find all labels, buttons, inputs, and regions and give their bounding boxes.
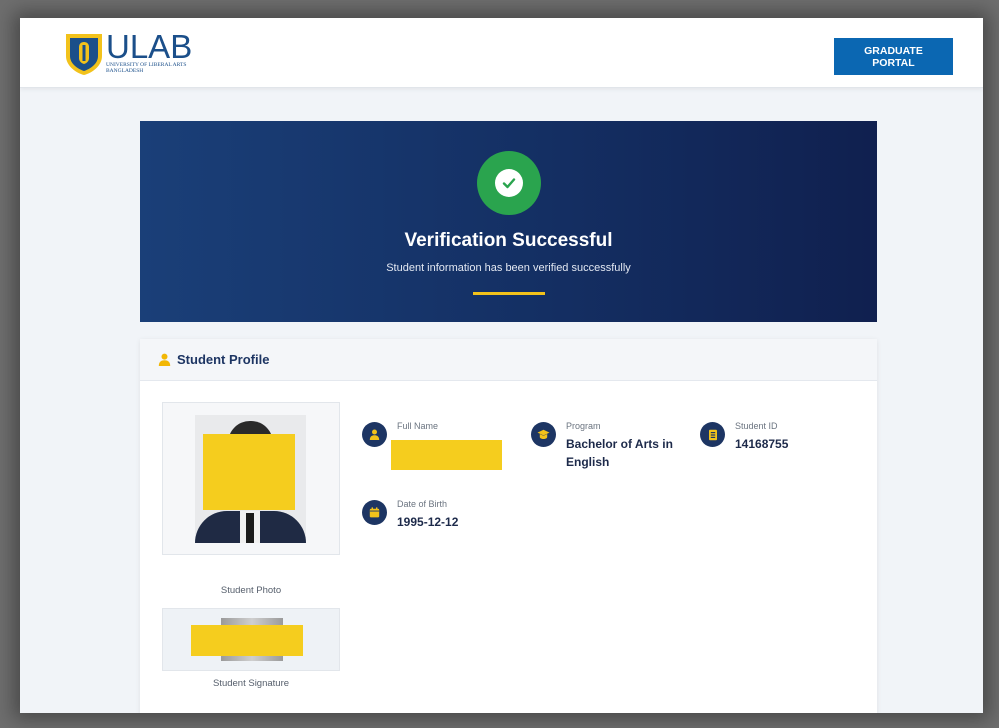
student-photo-caption: Student Photo: [220, 585, 282, 596]
field-program: Program Bachelor of Arts in English: [531, 421, 691, 478]
calendar-icon: [362, 500, 387, 525]
logo-wordmark: ULAB: [106, 28, 193, 65]
ulab-logo[interactable]: ULAB University of Liberal Arts Banglade…: [64, 28, 206, 76]
photo-redaction: [203, 434, 295, 510]
profile-card-header: Student Profile: [140, 339, 877, 381]
user-icon: [158, 353, 171, 366]
full-name-label: Full Name: [397, 421, 439, 431]
id-card-icon: [700, 422, 725, 447]
top-navbar: ULAB University of Liberal Arts Banglade…: [20, 18, 983, 88]
accent-divider: [473, 292, 545, 295]
student-signature-caption: Student Signature: [212, 678, 290, 689]
program-label: Program: [566, 421, 601, 431]
verification-banner: Verification Successful Student informat…: [140, 121, 877, 322]
student-id-label: Student ID: [735, 421, 778, 431]
student-profile-card: Student Profile Student Photo Student Si…: [140, 339, 877, 713]
student-signature-frame: [162, 608, 340, 671]
date-of-birth-value: 1995-12-12: [397, 515, 459, 529]
profile-card-title: Student Profile: [177, 352, 270, 367]
success-badge: [477, 151, 541, 215]
user-icon: [362, 422, 387, 447]
program-value: Bachelor of Arts in English: [566, 437, 673, 469]
check-icon: [502, 178, 516, 189]
student-id-value: 14168755: [735, 437, 789, 451]
student-photo-frame: [162, 402, 340, 555]
graduation-cap-icon: [531, 422, 556, 447]
graduate-portal-button[interactable]: GRADUATE PORTAL: [834, 38, 953, 75]
signature-redaction: [191, 625, 303, 656]
field-student-id: Student ID 14168755: [700, 421, 850, 462]
shield-logo-icon: [66, 34, 102, 75]
browser-viewport: ULAB University of Liberal Arts Banglade…: [20, 18, 983, 713]
student-photo[interactable]: [195, 415, 306, 543]
date-of-birth-label: Date of Birth: [397, 499, 448, 509]
field-full-name: Full Name: [362, 421, 512, 472]
verification-title: Verification Successful: [404, 230, 613, 251]
full-name-redaction: [391, 440, 502, 470]
field-date-of-birth: Date of Birth 1995-12-12: [362, 499, 512, 540]
verification-subtitle: Student information has been verified su…: [386, 262, 631, 274]
